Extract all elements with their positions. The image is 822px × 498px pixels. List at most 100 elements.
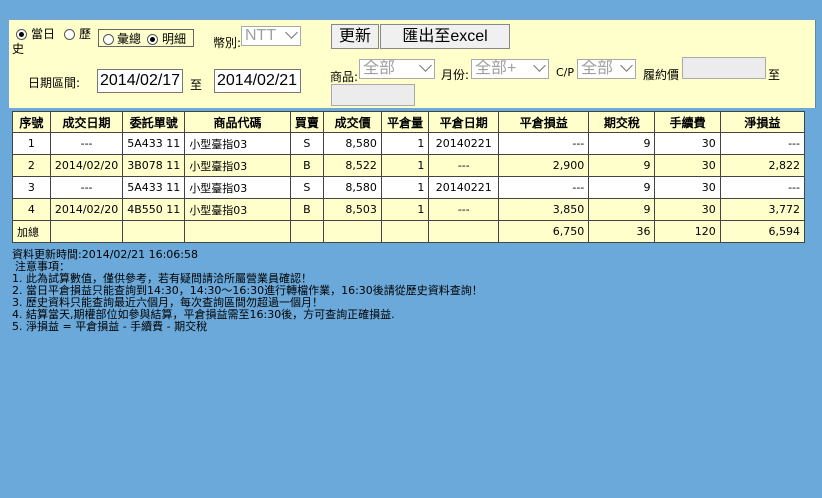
col-header: 淨損益 bbox=[719, 111, 806, 133]
month-select[interactable]: 全部+ bbox=[471, 59, 549, 79]
cell-close-pnl: --- bbox=[498, 132, 590, 155]
month-label: 月份: bbox=[441, 68, 470, 82]
cell-close-qty: 1 bbox=[380, 176, 430, 199]
cp-value: 全部 bbox=[581, 60, 614, 77]
col-header: 期交稅 bbox=[588, 111, 656, 133]
cp-select[interactable]: 全部 bbox=[577, 59, 636, 79]
radio-summary-dot[interactable] bbox=[103, 34, 114, 45]
cell-net-pnl: --- bbox=[719, 132, 806, 155]
col-header: 序號 bbox=[12, 111, 51, 133]
col-header: 成交價 bbox=[323, 111, 382, 133]
radio-history[interactable] bbox=[64, 27, 75, 41]
radio-today-label: 當日 bbox=[31, 27, 56, 41]
strike-to-input[interactable] bbox=[331, 84, 415, 106]
cell-empty bbox=[289, 220, 325, 243]
cell-seq: 4 bbox=[12, 198, 51, 221]
table-row: 4 2014/02/20 4B550 11 小型臺指03 B 8,503 1 -… bbox=[12, 198, 806, 221]
cell-close-pnl: 3,850 bbox=[498, 198, 590, 221]
cell-close-pnl: --- bbox=[498, 176, 590, 199]
cell-trade-date: --- bbox=[49, 132, 124, 155]
cell-total-close-pnl: 6,750 bbox=[498, 220, 590, 243]
cell-tax: 9 bbox=[588, 198, 656, 221]
cell-order-no: 5A433 11 bbox=[122, 132, 186, 155]
cell-side: B bbox=[289, 198, 325, 221]
cell-tax: 9 bbox=[588, 132, 656, 155]
radio-history-label-wrap: 史 bbox=[12, 42, 25, 56]
cell-close-qty: 1 bbox=[380, 198, 430, 221]
cell-seq: 3 bbox=[12, 176, 51, 199]
cell-trade-date: 2014/02/20 bbox=[49, 198, 124, 221]
col-header: 買賣 bbox=[289, 111, 325, 133]
table-row: 1 --- 5A433 11 小型臺指03 S 8,580 1 20140221… bbox=[12, 132, 806, 155]
currency-select[interactable]: NTT bbox=[241, 26, 301, 46]
date-to-input[interactable]: 2014/02/21 bbox=[214, 69, 301, 93]
cell-empty bbox=[122, 220, 186, 243]
cell-empty bbox=[184, 220, 291, 243]
cell-side: B bbox=[289, 154, 325, 177]
cell-price: 8,580 bbox=[323, 132, 382, 155]
update-time: 資料更新時間:2014/02/21 16:06:58 bbox=[12, 248, 199, 261]
cell-product: 小型臺指03 bbox=[184, 176, 291, 199]
refresh-button[interactable]: 更新 bbox=[331, 24, 379, 49]
date-to-label: 至 bbox=[190, 78, 203, 92]
cell-side: S bbox=[289, 176, 325, 199]
cell-close-date: 20140221 bbox=[428, 176, 500, 199]
cell-close-pnl: 2,900 bbox=[498, 154, 590, 177]
cell-net-pnl: 2,822 bbox=[719, 154, 806, 177]
strike-from-input[interactable] bbox=[682, 57, 766, 79]
col-header: 成交日期 bbox=[49, 111, 124, 133]
note-item: 5. 淨損益 = 平倉損益 - 手續費 - 期交稅 bbox=[12, 320, 208, 333]
col-header: 平倉日期 bbox=[428, 111, 500, 133]
cell-product: 小型臺指03 bbox=[184, 132, 291, 155]
cell-trade-date: 2014/02/20 bbox=[49, 154, 124, 177]
cell-order-no: 4B550 11 bbox=[122, 198, 186, 221]
radio-today[interactable] bbox=[16, 27, 27, 41]
pnl-table: 序號 成交日期 委託單號 商品代碼 買賣 成交價 平倉量 平倉日期 平倉損益 期… bbox=[12, 111, 806, 243]
radio-history-dot[interactable] bbox=[64, 29, 75, 40]
cell-close-date: --- bbox=[428, 154, 500, 177]
date-from-input[interactable]: 2014/02/17 bbox=[97, 69, 183, 93]
cell-empty bbox=[428, 220, 500, 243]
col-header: 手續費 bbox=[654, 111, 721, 133]
cell-tax: 9 bbox=[588, 154, 656, 177]
radio-summary-label: 彙總 bbox=[117, 32, 142, 46]
strike-label: 履約價 bbox=[643, 68, 680, 82]
cell-close-qty: 1 bbox=[380, 132, 430, 155]
product-value: 全部 bbox=[363, 60, 396, 77]
cell-empty bbox=[380, 220, 430, 243]
radio-summary[interactable] bbox=[103, 32, 114, 46]
chevron-down-icon bbox=[419, 59, 432, 72]
notes-section: 資料更新時間:2014/02/21 16:06:58 注意事項： 1. 此為試算… bbox=[12, 249, 483, 333]
col-header: 委託單號 bbox=[122, 111, 186, 133]
col-header: 平倉損益 bbox=[498, 111, 590, 133]
cell-empty bbox=[323, 220, 382, 243]
cell-fee: 30 bbox=[654, 198, 721, 221]
currency-value: NTT bbox=[245, 27, 277, 44]
cell-total-tax: 36 bbox=[588, 220, 656, 243]
cp-label: C/P bbox=[556, 66, 575, 79]
export-excel-button[interactable]: 匯出至excel bbox=[380, 24, 510, 49]
table-header-row: 序號 成交日期 委託單號 商品代碼 買賣 成交價 平倉量 平倉日期 平倉損益 期… bbox=[12, 111, 806, 133]
product-select[interactable]: 全部 bbox=[359, 59, 435, 79]
cell-close-qty: 1 bbox=[380, 154, 430, 177]
chevron-down-icon bbox=[620, 59, 633, 72]
radio-detail-dot[interactable] bbox=[147, 34, 158, 45]
cell-tax: 9 bbox=[588, 176, 656, 199]
cell-order-no: 3B078 11 bbox=[122, 154, 186, 177]
cell-price: 8,580 bbox=[323, 176, 382, 199]
cell-price: 8,522 bbox=[323, 154, 382, 177]
cell-fee: 30 bbox=[654, 132, 721, 155]
cell-empty bbox=[49, 220, 124, 243]
radio-today-dot[interactable] bbox=[16, 29, 27, 40]
cell-net-pnl: --- bbox=[719, 176, 806, 199]
cell-side: S bbox=[289, 132, 325, 155]
cell-fee: 30 bbox=[654, 176, 721, 199]
cell-total-label: 加總 bbox=[12, 220, 51, 243]
col-header: 平倉量 bbox=[380, 111, 430, 133]
radio-detail[interactable] bbox=[147, 32, 158, 46]
cell-seq: 1 bbox=[12, 132, 51, 155]
top-strip bbox=[0, 0, 822, 20]
chevron-down-icon bbox=[533, 59, 546, 72]
chevron-down-icon bbox=[285, 26, 298, 39]
strike-to-label: 至 bbox=[768, 68, 781, 82]
